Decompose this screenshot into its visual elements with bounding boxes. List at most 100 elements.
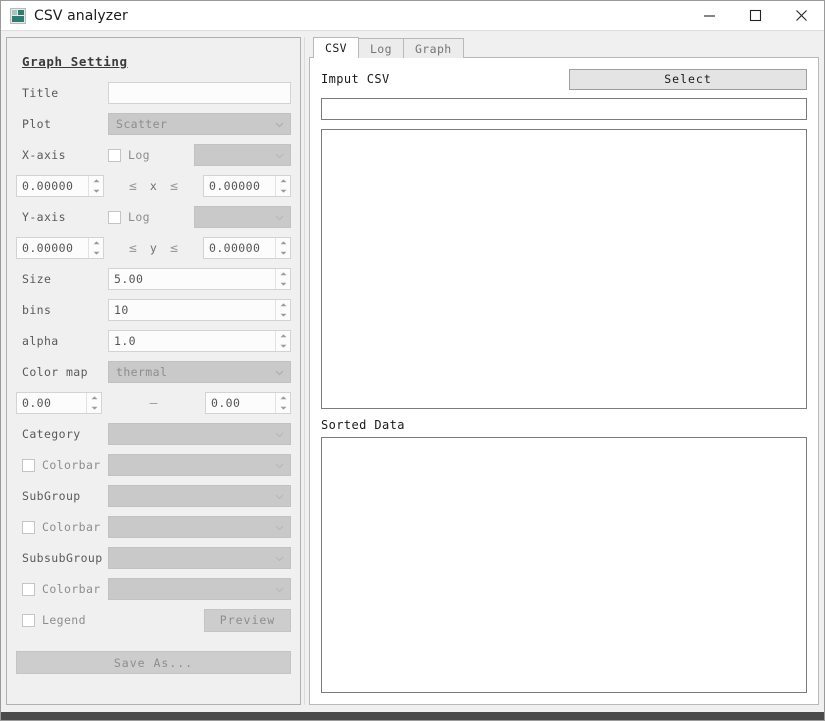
x-max-value: 0.00000 bbox=[209, 179, 261, 193]
x-axis-log-label: Log bbox=[128, 148, 150, 162]
spin-down-icon[interactable] bbox=[276, 341, 290, 351]
subsubgroup-colorbar-combobox[interactable] bbox=[108, 578, 291, 600]
checkbox-box-icon bbox=[22, 458, 35, 472]
plot-label: Plot bbox=[22, 117, 52, 131]
subsubgroup-label: SubsubGroup bbox=[22, 551, 103, 565]
spin-down-icon[interactable] bbox=[87, 403, 101, 413]
csv-data-table[interactable] bbox=[321, 129, 807, 409]
plot-row: Plot Scatter bbox=[16, 113, 291, 135]
plot-value: Scatter bbox=[116, 117, 168, 131]
color-max-value: 0.00 bbox=[211, 396, 241, 410]
subgroup-colorbar-checkbox[interactable]: Colorbar bbox=[16, 520, 108, 534]
chevron-down-icon bbox=[273, 583, 286, 596]
chevron-down-icon bbox=[273, 521, 286, 534]
x-axis-column-combobox[interactable] bbox=[194, 144, 291, 166]
tab-csv[interactable]: CSV bbox=[313, 37, 359, 58]
color-map-combobox[interactable]: thermal bbox=[108, 361, 291, 383]
color-min-spinbox[interactable]: 0.00 bbox=[16, 392, 102, 414]
app-icon bbox=[10, 7, 26, 24]
x-max-spinbox[interactable]: 0.00000 bbox=[203, 175, 291, 197]
spin-up-icon[interactable] bbox=[276, 176, 290, 186]
plot-combobox[interactable]: Scatter bbox=[108, 113, 291, 135]
checkbox-box-icon bbox=[22, 520, 35, 534]
subgroup-colorbar-row: Colorbar bbox=[16, 516, 291, 538]
y-max-spinbox[interactable]: 0.00000 bbox=[203, 237, 291, 259]
spin-buttons bbox=[88, 176, 103, 196]
title-bar: CSV analyzer bbox=[1, 1, 824, 31]
chevron-down-icon bbox=[273, 211, 286, 224]
spin-up-icon[interactable] bbox=[87, 393, 101, 403]
spin-up-icon[interactable] bbox=[276, 393, 290, 403]
spin-down-icon[interactable] bbox=[276, 279, 290, 289]
spin-down-icon[interactable] bbox=[89, 248, 103, 258]
legend-row: Legend Preview bbox=[16, 608, 291, 632]
x-min-value: 0.00000 bbox=[22, 179, 74, 193]
color-map-row: Color map thermal bbox=[16, 361, 291, 383]
x-axis-log-checkbox[interactable]: Log bbox=[108, 148, 194, 162]
spin-up-icon[interactable] bbox=[276, 331, 290, 341]
sorted-data-table[interactable] bbox=[321, 437, 807, 693]
spin-down-icon[interactable] bbox=[276, 248, 290, 258]
y-axis-row: Y-axis Log bbox=[16, 206, 291, 228]
close-button[interactable] bbox=[778, 1, 824, 31]
title-input[interactable] bbox=[108, 82, 291, 104]
x-op-left: ≤ bbox=[129, 178, 137, 194]
category-colorbar-checkbox[interactable]: Colorbar bbox=[16, 458, 108, 472]
category-combobox[interactable] bbox=[108, 423, 291, 445]
csv-path-input[interactable] bbox=[321, 98, 807, 120]
spin-up-icon[interactable] bbox=[276, 300, 290, 310]
select-file-button[interactable]: Select bbox=[569, 68, 807, 90]
category-colorbar-combobox[interactable] bbox=[108, 454, 291, 476]
preview-button[interactable]: Preview bbox=[204, 608, 291, 632]
legend-label: Legend bbox=[42, 613, 86, 627]
x-min-spinbox[interactable]: 0.00000 bbox=[16, 175, 104, 197]
maximize-button[interactable] bbox=[732, 1, 778, 31]
alpha-spinbox[interactable]: 1.0 bbox=[108, 330, 291, 352]
spin-buttons bbox=[275, 331, 290, 351]
bins-spinbox[interactable]: 10 bbox=[108, 299, 291, 321]
color-map-label: Color map bbox=[22, 365, 88, 379]
size-label: Size bbox=[22, 272, 52, 286]
subsubgroup-colorbar-checkbox[interactable]: Colorbar bbox=[16, 582, 108, 596]
csv-tab-pane: Imput CSV Select Sorted Data bbox=[309, 57, 819, 705]
spin-up-icon[interactable] bbox=[89, 176, 103, 186]
input-csv-label: Imput CSV bbox=[321, 72, 390, 86]
subgroup-colorbar-label: Colorbar bbox=[42, 520, 101, 534]
spin-down-icon[interactable] bbox=[276, 186, 290, 196]
spin-buttons bbox=[88, 238, 103, 258]
minimize-button[interactable] bbox=[686, 1, 732, 31]
spin-up-icon[interactable] bbox=[276, 269, 290, 279]
spin-down-icon[interactable] bbox=[276, 310, 290, 320]
spin-down-icon[interactable] bbox=[89, 186, 103, 196]
category-row: Category bbox=[16, 423, 291, 445]
spin-buttons bbox=[275, 300, 290, 320]
status-bar bbox=[1, 712, 824, 720]
color-max-spinbox[interactable]: 0.00 bbox=[205, 392, 291, 414]
subsubgroup-combobox[interactable] bbox=[108, 547, 291, 569]
save-as-button[interactable]: Save As... bbox=[16, 651, 291, 674]
size-value: 5.00 bbox=[114, 272, 144, 286]
sorted-data-label: Sorted Data bbox=[321, 418, 405, 432]
chevron-down-icon bbox=[273, 552, 286, 565]
tab-graph[interactable]: Graph bbox=[402, 38, 464, 58]
spin-up-icon[interactable] bbox=[89, 238, 103, 248]
color-min-value: 0.00 bbox=[22, 396, 52, 410]
size-row: Size 5.00 bbox=[16, 268, 291, 290]
legend-checkbox[interactable]: Legend bbox=[16, 613, 108, 627]
checkbox-box-icon bbox=[22, 582, 35, 596]
spin-down-icon[interactable] bbox=[276, 403, 290, 413]
y-axis-log-checkbox[interactable]: Log bbox=[108, 210, 194, 224]
alpha-row: alpha 1.0 bbox=[16, 330, 291, 352]
color-range-separator-wrap: – bbox=[102, 396, 205, 411]
x-variable-label: x bbox=[149, 179, 158, 193]
y-axis-column-combobox[interactable] bbox=[194, 206, 291, 228]
size-spinbox[interactable]: 5.00 bbox=[108, 268, 291, 290]
subgroup-combobox[interactable] bbox=[108, 485, 291, 507]
subgroup-colorbar-combobox[interactable] bbox=[108, 516, 291, 538]
spin-up-icon[interactable] bbox=[276, 238, 290, 248]
panel-splitter[interactable] bbox=[301, 37, 309, 705]
y-max-value: 0.00000 bbox=[209, 241, 261, 255]
tab-log[interactable]: Log bbox=[357, 38, 404, 58]
spin-buttons bbox=[275, 269, 290, 289]
y-min-spinbox[interactable]: 0.00000 bbox=[16, 237, 104, 259]
